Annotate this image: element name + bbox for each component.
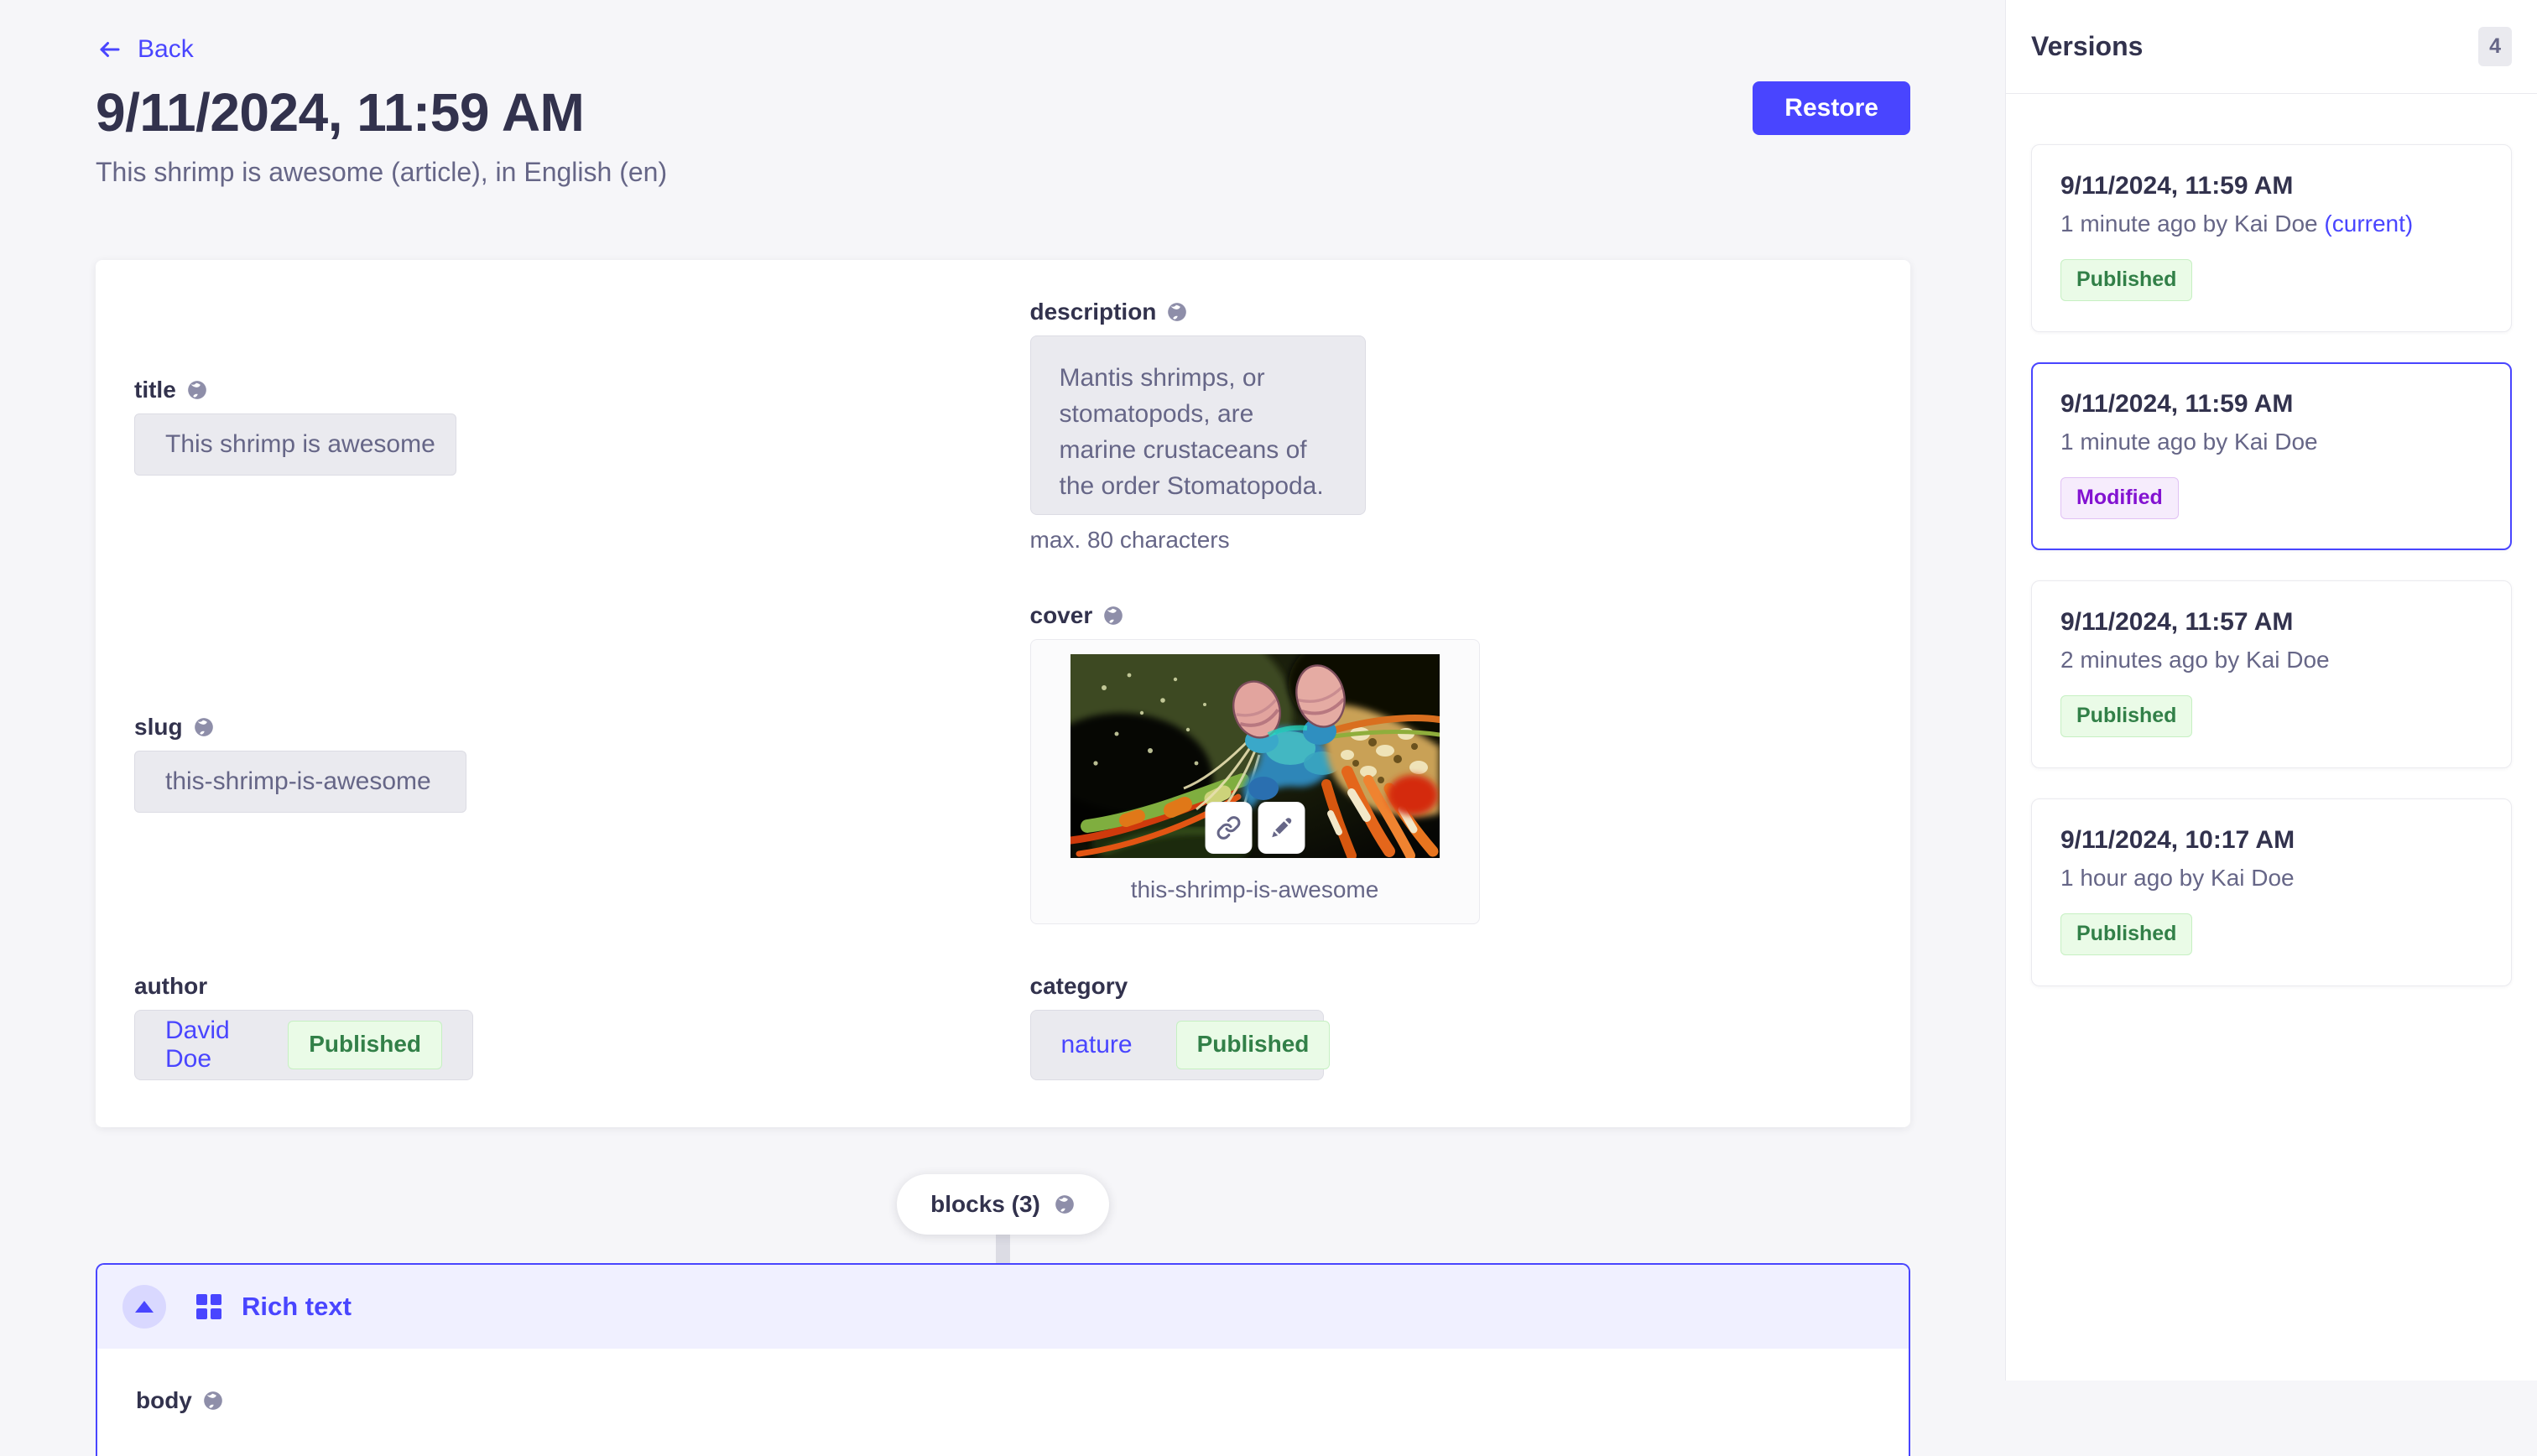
category-status-badge: Published [1176,1021,1331,1069]
page-title: 9/11/2024, 11:59 AM [96,81,667,143]
version-card[interactable]: 9/11/2024, 11:57 AM 2 minutes ago by Kai… [2031,580,2512,768]
version-meta: 1 hour ago by Kai Doe [2060,865,2482,892]
cover-label: cover [1030,602,1093,629]
rich-text-block-header: Rich text [97,1265,1909,1349]
version-status-badge: Modified [2060,477,2179,519]
arrow-left-icon [96,37,124,62]
author-label: author [134,973,207,1000]
globe-icon [1054,1193,1076,1215]
cover-card: this-shrimp-is-awesome [1030,639,1480,924]
restore-button[interactable]: Restore [1753,81,1910,135]
category-label: category [1030,973,1128,1000]
version-date: 9/11/2024, 11:57 AM [2060,608,2482,637]
component-title-label: Rich text [242,1292,352,1322]
main-content: Back 9/11/2024, 11:59 AM This shrimp is … [0,0,2005,1381]
version-form-card: title This shrimp is awesome description [96,260,1910,1127]
description-hint: max. 80 characters [1030,527,1873,554]
globe-icon [202,1390,224,1412]
back-label: Back [138,35,194,64]
version-status-badge: Published [2060,913,2192,955]
back-link[interactable]: Back [96,35,194,64]
title-input[interactable]: This shrimp is awesome [134,413,456,476]
component-title[interactable]: Rich text [196,1292,352,1322]
globe-icon [1102,605,1124,627]
category-relation-box: nature Published [1030,1010,1324,1080]
body-label: body [136,1387,192,1414]
component-grid-icon [196,1294,221,1319]
author-relation-box: David Doe Published [134,1010,473,1080]
cover-image [1071,654,1440,858]
caret-up-icon [135,1301,154,1313]
field-description: description Mantis shrimps, or stomatopo… [1030,299,1873,554]
versions-title: Versions [2031,31,2143,62]
version-status-badge: Published [2060,259,2192,301]
version-meta: 1 minute ago by Kai Doe [2060,429,2482,455]
field-slug: slug this-shrimp-is-awesome [134,714,977,813]
block-connector [996,1235,1010,1263]
version-card[interactable]: 9/11/2024, 11:59 AM 1 minute ago by Kai … [2031,144,2512,332]
version-date: 9/11/2024, 11:59 AM [2060,390,2482,419]
link-icon [1216,815,1241,840]
pencil-icon [1268,815,1294,840]
globe-icon [186,379,208,401]
author-status-badge: Published [288,1021,442,1069]
field-category: category nature Published [1030,973,1873,1080]
version-date: 9/11/2024, 11:59 AM [2060,172,2482,200]
version-current-label: (current) [2324,211,2413,237]
field-cover: cover [1030,602,1873,924]
field-author: author David Doe Published [134,973,977,1080]
description-label: description [1030,299,1157,325]
globe-icon [1166,301,1188,323]
category-link[interactable]: nature [1061,1031,1133,1059]
slug-label: slug [134,714,183,741]
cover-caption: this-shrimp-is-awesome [1031,876,1479,903]
version-date: 9/11/2024, 10:17 AM [2060,826,2482,855]
title-label: title [134,377,176,403]
version-meta: 1 minute ago by Kai Doe (current) [2060,211,2482,237]
rich-text-block: Rich text body [96,1263,1910,1456]
page-subtitle: This shrimp is awesome (article), in Eng… [96,157,667,188]
description-textarea[interactable]: Mantis shrimps, or stomatopods, are mari… [1030,335,1366,515]
version-card[interactable]: 9/11/2024, 10:17 AM 1 hour ago by Kai Do… [2031,798,2512,986]
versions-sidebar: Versions 4 9/11/2024, 11:59 AM 1 minute … [2005,0,2537,1381]
copy-link-button[interactable] [1205,802,1252,854]
collapse-button[interactable] [122,1285,166,1329]
edit-image-button[interactable] [1258,802,1305,854]
version-status-badge: Published [2060,695,2192,737]
field-title: title This shrimp is awesome [134,377,977,476]
version-meta: 2 minutes ago by Kai Doe [2060,647,2482,673]
blocks-field-pill[interactable]: blocks (3) [897,1174,1109,1235]
version-card[interactable]: 9/11/2024, 11:59 AM 1 minute ago by Kai … [2031,362,2512,550]
globe-icon [193,716,215,738]
slug-input[interactable]: this-shrimp-is-awesome [134,751,466,813]
author-link[interactable]: David Doe [165,1017,244,1074]
versions-count-badge: 4 [2478,27,2512,66]
versions-list: 9/11/2024, 11:59 AM 1 minute ago by Kai … [2006,94,2537,1037]
blocks-pill-label: blocks (3) [930,1191,1040,1218]
